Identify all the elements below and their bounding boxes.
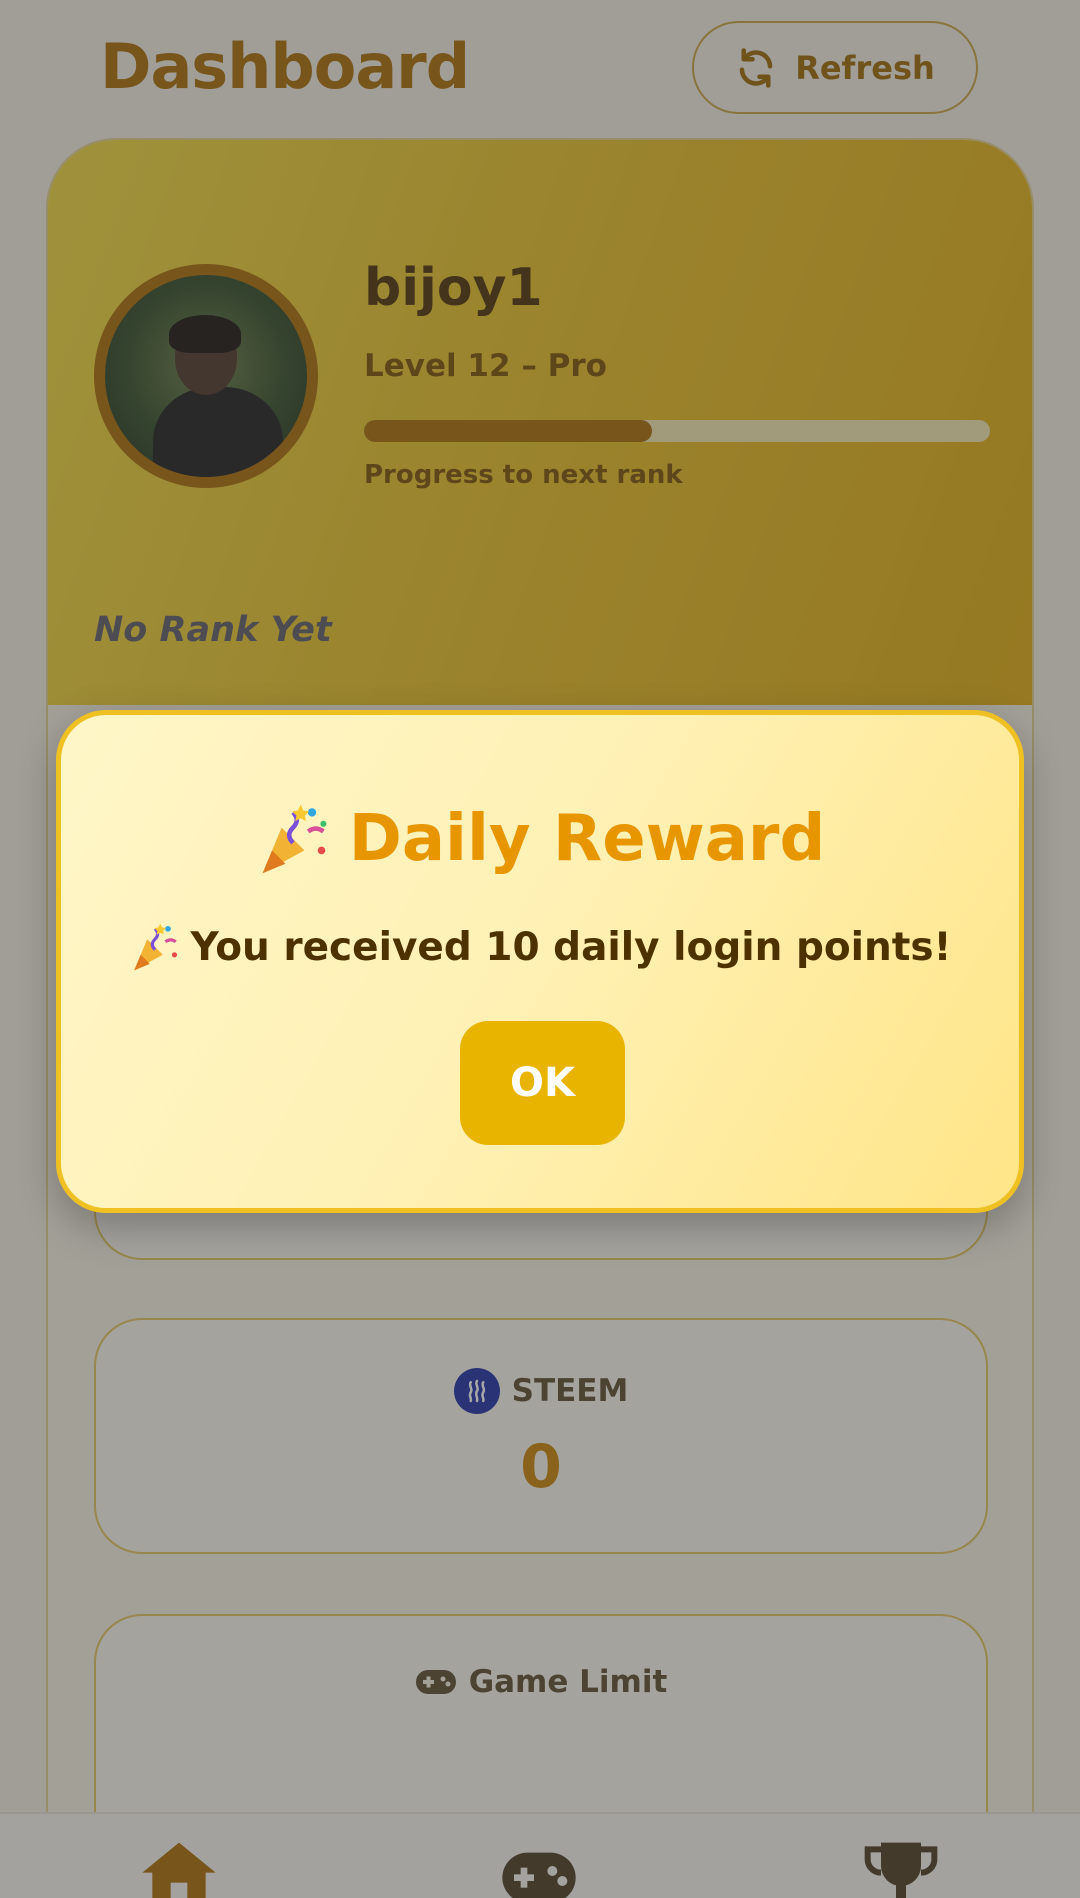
modal-message: You received 10 daily login points! <box>190 924 952 970</box>
party-popper-icon <box>262 804 327 874</box>
ok-button[interactable]: OK <box>460 1021 625 1145</box>
modal-title: Daily Reward <box>348 802 826 876</box>
party-popper-icon-small <box>133 923 177 971</box>
modal-title-row: Daily Reward <box>61 801 1019 877</box>
modal-message-row: You received 10 daily login points! <box>61 921 1019 973</box>
daily-reward-modal: Daily Reward You received 10 daily login… <box>56 710 1024 1213</box>
